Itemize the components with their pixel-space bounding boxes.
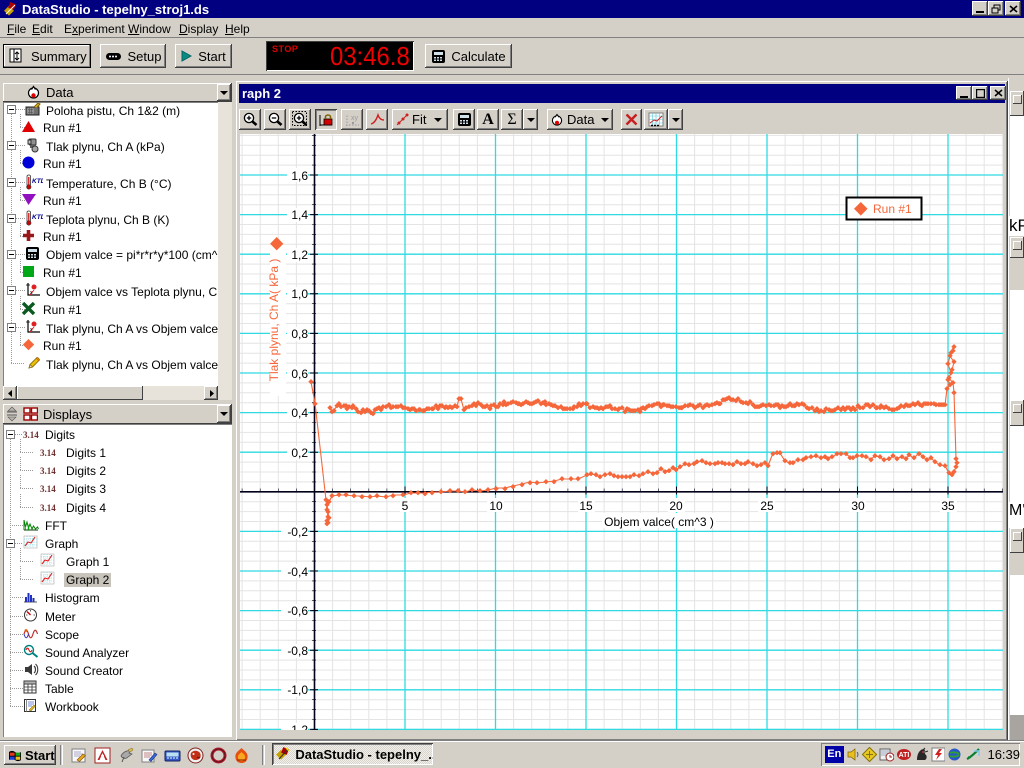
- svg-text:15: 15: [579, 499, 593, 513]
- svg-text:1,4: 1,4: [291, 208, 308, 222]
- svg-text:3.14: 3.14: [40, 466, 56, 476]
- svg-text:3.14: 3.14: [40, 503, 56, 513]
- svg-text:25: 25: [760, 499, 774, 513]
- svg-text:30: 30: [851, 499, 865, 513]
- svg-text:Tlak plynu, Ch A( kPa ): Tlak plynu, Ch A( kPa ): [267, 259, 281, 382]
- svg-text:-0,6: -0,6: [287, 604, 308, 618]
- svg-text:3.14: 3.14: [40, 448, 56, 458]
- svg-text:1,2: 1,2: [291, 248, 308, 262]
- svg-text:0,2: 0,2: [291, 446, 308, 460]
- svg-text:-0,4: -0,4: [287, 565, 308, 579]
- svg-text:1,0: 1,0: [291, 287, 308, 301]
- svg-text:1,6: 1,6: [291, 169, 308, 183]
- svg-text:KTD: KTD: [32, 178, 43, 185]
- svg-text:-0,8: -0,8: [287, 644, 308, 658]
- svg-text:3.14: 3.14: [40, 484, 56, 494]
- svg-text:0,8: 0,8: [291, 327, 308, 341]
- svg-text:10: 10: [489, 499, 503, 513]
- svg-text:0,4: 0,4: [291, 406, 308, 420]
- svg-text:5: 5: [402, 499, 409, 513]
- svg-text:-0,2: -0,2: [287, 525, 308, 539]
- svg-text:xy: xy: [351, 115, 359, 122]
- svg-text:Run #1: Run #1: [873, 202, 912, 216]
- svg-text:Objem valce( cm^3 ): Objem valce( cm^3 ): [604, 515, 714, 529]
- svg-text:35: 35: [941, 499, 955, 513]
- svg-text:0,6: 0,6: [291, 367, 308, 381]
- svg-text:KTD: KTD: [32, 214, 43, 221]
- svg-text:-1,0: -1,0: [287, 683, 308, 697]
- svg-text:-1,2: -1,2: [287, 723, 308, 730]
- svg-text:3.14: 3.14: [23, 430, 39, 440]
- svg-text:ATI: ATI: [899, 752, 910, 759]
- svg-text:20: 20: [669, 499, 683, 513]
